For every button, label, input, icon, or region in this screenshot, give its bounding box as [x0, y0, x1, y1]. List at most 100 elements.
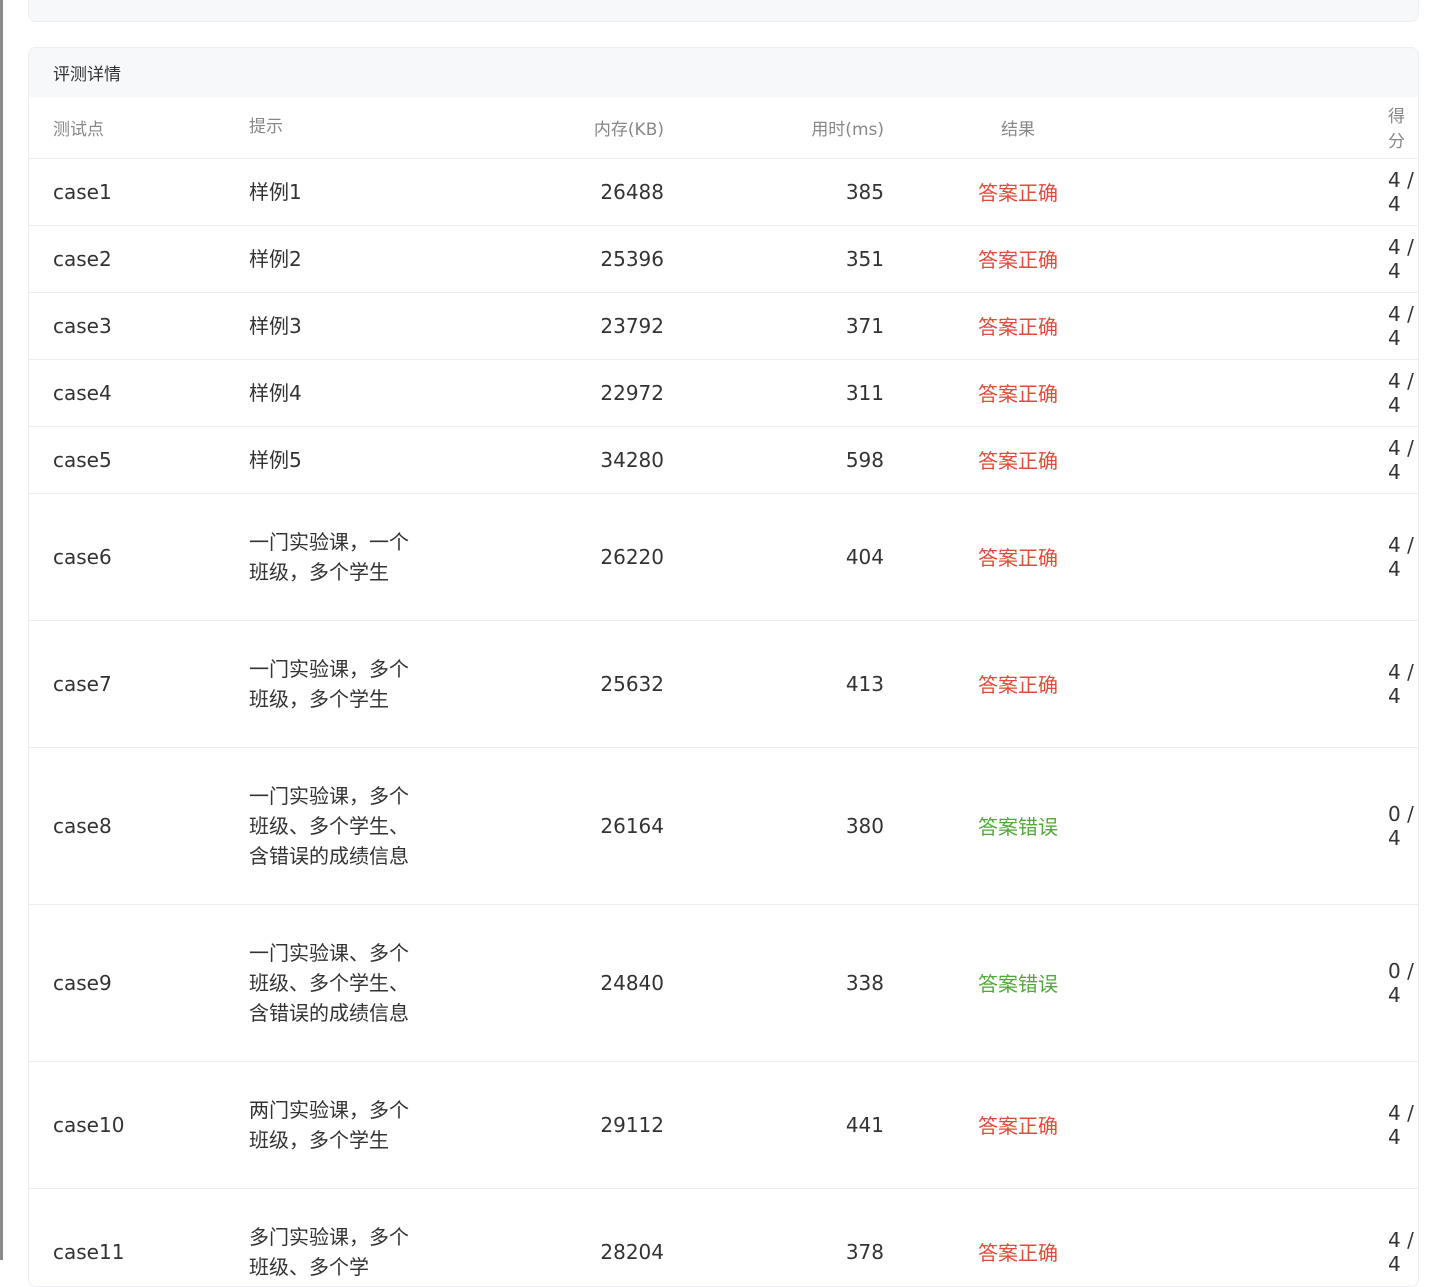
table-row: case3 样例3 23792 371 答案正确 4 / 4 [29, 292, 1418, 360]
time-value: 351 [664, 225, 884, 293]
case-hint: 多门实验课，多个班级、多个学 [249, 1224, 409, 1279]
case-hint: 一门实验课，多个班级，多个学生 [249, 656, 409, 711]
memory-value: 28204 [439, 1188, 664, 1286]
case-id: case7 [29, 620, 249, 748]
score-value: 4 / 4 [1152, 620, 1418, 748]
case-id: case2 [29, 225, 249, 293]
memory-value: 26488 [439, 158, 664, 226]
table-row: case5 样例5 34280 598 答案正确 4 / 4 [29, 426, 1418, 494]
result-badge: 答案正确 [884, 359, 1152, 427]
window-left-edge [0, 0, 3, 1260]
panel-title: 评测详情 [29, 48, 1418, 97]
case-hint-cell: 一门实验课，多个班级、多个学生、含错误的成绩信息 [249, 747, 439, 905]
case-hint-cell: 样例2 [249, 225, 439, 293]
col-header-time: 用时(ms) [664, 97, 884, 159]
memory-value: 26164 [439, 747, 664, 905]
result-badge: 答案正确 [884, 620, 1152, 748]
result-badge: 答案正确 [884, 426, 1152, 494]
case-hint: 样例5 [249, 447, 302, 472]
previous-card [28, 0, 1419, 22]
time-value: 598 [664, 426, 884, 494]
case-id: case6 [29, 493, 249, 621]
col-header-case: 测试点 [29, 97, 249, 159]
score-value: 4 / 4 [1152, 1061, 1418, 1189]
score-value: 4 / 4 [1152, 493, 1418, 621]
case-id: case10 [29, 1061, 249, 1189]
time-value: 441 [664, 1061, 884, 1189]
time-value: 413 [664, 620, 884, 748]
score-value: 0 / 4 [1152, 904, 1418, 1062]
memory-value: 25396 [439, 225, 664, 293]
case-hint-cell: 样例4 [249, 359, 439, 427]
time-value: 311 [664, 359, 884, 427]
case-id: case1 [29, 158, 249, 226]
case-hint: 一门实验课，多个班级、多个学生、含错误的成绩信息 [249, 783, 409, 868]
score-value: 4 / 4 [1152, 225, 1418, 293]
result-badge: 答案正确 [884, 1061, 1152, 1189]
case-hint: 样例1 [249, 179, 302, 204]
table-row: case6 一门实验课，一个班级，多个学生 26220 404 答案正确 4 / 4 [29, 493, 1418, 621]
time-value: 404 [664, 493, 884, 621]
time-value: 371 [664, 292, 884, 360]
case-id: case9 [29, 904, 249, 1062]
result-badge: 答案正确 [884, 493, 1152, 621]
memory-value: 22972 [439, 359, 664, 427]
case-hint-cell: 样例5 [249, 426, 439, 494]
col-header-hint: 提示 [249, 97, 439, 159]
case-hint-cell: 样例1 [249, 158, 439, 226]
result-badge: 答案正确 [884, 292, 1152, 360]
col-header-score: 得分 [1152, 97, 1418, 159]
memory-value: 34280 [439, 426, 664, 494]
result-badge: 答案错误 [884, 747, 1152, 905]
time-value: 385 [664, 158, 884, 226]
col-header-memory: 内存(KB) [439, 97, 664, 159]
memory-value: 24840 [439, 904, 664, 1062]
score-value: 0 / 4 [1152, 747, 1418, 905]
test-case-table: 测试点 提示 内存(KB) 用时(ms) 结果 得分 case1 样例1 26488… [29, 97, 1418, 1286]
case-hint: 一门实验课、多个班级、多个学生、含错误的成绩信息 [249, 940, 409, 1025]
score-value: 4 / 4 [1152, 292, 1418, 360]
case-hint-cell: 两门实验课，多个班级，多个学生 [249, 1061, 439, 1189]
case-hint-cell: 一门实验课，多个班级，多个学生 [249, 620, 439, 748]
table-row: case8 一门实验课，多个班级、多个学生、含错误的成绩信息 26164 380 答案错… [29, 747, 1418, 905]
case-id: case3 [29, 292, 249, 360]
table-row: case4 样例4 22972 311 答案正确 4 / 4 [29, 359, 1418, 427]
time-value: 380 [664, 747, 884, 905]
case-id: case5 [29, 426, 249, 494]
score-value: 4 / 4 [1152, 359, 1418, 427]
time-value: 338 [664, 904, 884, 1062]
case-hint-cell: 多门实验课，多个班级、多个学 [249, 1188, 439, 1286]
case-id: case8 [29, 747, 249, 905]
case-id: case4 [29, 359, 249, 427]
case-hint: 样例3 [249, 313, 302, 338]
result-badge: 答案正确 [884, 158, 1152, 226]
table-row: case10 两门实验课，多个班级，多个学生 29112 441 答案正确 4 / 4 [29, 1061, 1418, 1189]
memory-value: 26220 [439, 493, 664, 621]
case-hint: 一门实验课，一个班级，多个学生 [249, 529, 409, 584]
case-id: case11 [29, 1188, 249, 1286]
result-badge: 答案正确 [884, 1188, 1152, 1286]
case-hint: 两门实验课，多个班级，多个学生 [249, 1097, 409, 1152]
score-value: 4 / 4 [1152, 1188, 1418, 1286]
case-hint-cell: 样例3 [249, 292, 439, 360]
score-value: 4 / 4 [1152, 158, 1418, 226]
case-hint-cell: 一门实验课，一个班级，多个学生 [249, 493, 439, 621]
table-row: case2 样例2 25396 351 答案正确 4 / 4 [29, 225, 1418, 293]
judge-details-panel: 评测详情 测试点 提示 内存(KB) 用时(ms) 结果 得分 case1 样例1… [28, 47, 1419, 1287]
case-hint: 样例4 [249, 380, 302, 405]
table-row: case9 一门实验课、多个班级、多个学生、含错误的成绩信息 24840 338 答案错… [29, 904, 1418, 1062]
memory-value: 25632 [439, 620, 664, 748]
time-value: 378 [664, 1188, 884, 1286]
case-hint-cell: 一门实验课、多个班级、多个学生、含错误的成绩信息 [249, 904, 439, 1062]
memory-value: 29112 [439, 1061, 664, 1189]
case-hint: 样例2 [249, 246, 302, 271]
table-row: case1 样例1 26488 385 答案正确 4 / 4 [29, 158, 1418, 226]
result-badge: 答案正确 [884, 225, 1152, 293]
table-row: case11 多门实验课，多个班级、多个学 28204 378 答案正确 4 / 4 [29, 1188, 1418, 1286]
col-header-result: 结果 [884, 97, 1152, 159]
score-value: 4 / 4 [1152, 426, 1418, 494]
memory-value: 23792 [439, 292, 664, 360]
table-row: case7 一门实验课，多个班级，多个学生 25632 413 答案正确 4 / 4 [29, 620, 1418, 748]
result-badge: 答案错误 [884, 904, 1152, 1062]
table-header-row: 测试点 提示 内存(KB) 用时(ms) 结果 得分 [29, 97, 1418, 159]
